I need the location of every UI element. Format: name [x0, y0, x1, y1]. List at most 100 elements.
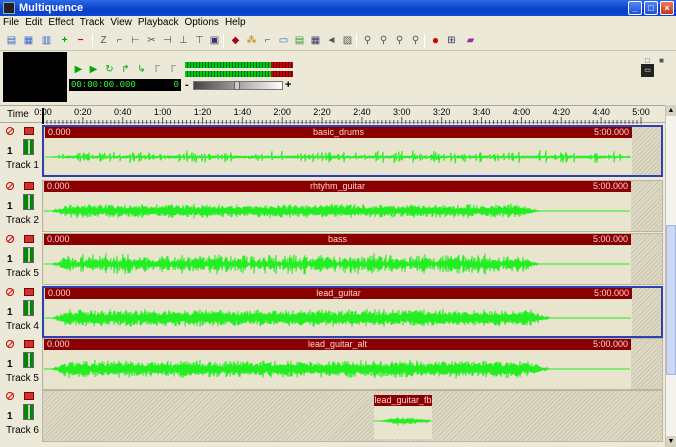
track-volume-meter[interactable]: [23, 247, 34, 263]
cut-icon[interactable]: ✂: [145, 34, 158, 47]
zoom-selection-icon[interactable]: ⚲: [409, 34, 422, 47]
master-volume-slider[interactable]: [193, 81, 283, 90]
track-header[interactable]: 1 Track 5: [0, 338, 40, 390]
menu-edit[interactable]: Edit: [22, 16, 45, 30]
clip-title-bar[interactable]: 0.000 basic_drums 5:00.000: [45, 127, 632, 138]
track-row[interactable]: 1 Track 4 0.000 lead_guitar 5:00.000: [0, 286, 665, 338]
rewind-icon[interactable]: Γ: [151, 63, 164, 76]
menu-effect[interactable]: Effect: [45, 16, 76, 30]
title-bar[interactable]: Multiquence _ □ ×: [0, 0, 676, 16]
effects-icon[interactable]: [24, 288, 34, 296]
menu-view[interactable]: View: [107, 16, 135, 30]
track-lane[interactable]: 0.000 rhtyhm_guitar 5:00.000: [42, 180, 663, 232]
add-icon[interactable]: +: [58, 34, 71, 47]
track-volume-meter[interactable]: [23, 352, 34, 368]
track-header[interactable]: 1 Track 2: [0, 180, 40, 232]
loop-icon[interactable]: ⌐: [261, 34, 274, 47]
help-book-icon[interactable]: ▰: [464, 34, 477, 47]
track-lane[interactable]: lead_guitar_fb: [42, 390, 663, 442]
mute-icon[interactable]: [6, 288, 14, 296]
add-track-icon[interactable]: ▦: [22, 34, 35, 47]
play-loop-icon[interactable]: ↻: [103, 63, 116, 76]
audio-clip[interactable]: 0.000 lead_guitar 5:00.000: [45, 288, 632, 336]
track-volume-meter[interactable]: [23, 139, 34, 155]
punch-in-icon[interactable]: ↱: [119, 63, 132, 76]
maximize-button[interactable]: □: [644, 1, 658, 15]
volume-thumb[interactable]: [234, 81, 240, 90]
audio-clip[interactable]: lead_guitar_fb: [374, 395, 432, 439]
grid-icon[interactable]: ⁂: [245, 34, 258, 47]
clip-title-bar[interactable]: 0.000 lead_guitar 5:00.000: [45, 288, 632, 299]
effect-icon[interactable]: ▨: [341, 34, 354, 47]
time-ruler[interactable]: Time 0:00 0:20 0:40 1:00 1:20 1:40 2:00 2:20 2:4…: [0, 105, 665, 124]
clip-title-bar[interactable]: 0.000 bass 5:00.000: [44, 234, 631, 245]
forward-icon[interactable]: Γ: [167, 63, 180, 76]
effects-icon[interactable]: [24, 340, 34, 348]
clip-title-bar[interactable]: lead_guitar_fb: [374, 395, 432, 406]
trim-icon[interactable]: ⌐: [113, 34, 126, 47]
effects-icon[interactable]: [24, 235, 34, 243]
timeline-icon[interactable]: ⊞: [445, 34, 458, 47]
clip-title-bar[interactable]: 0.000 rhtyhm_guitar 5:00.000: [44, 181, 631, 192]
view-large-icon[interactable]: ■: [655, 54, 668, 67]
track-lane[interactable]: 0.000 lead_guitar 5:00.000: [42, 286, 663, 338]
track-header[interactable]: 1 Track 6: [0, 390, 40, 442]
track-volume-meter[interactable]: [23, 300, 34, 316]
track-row[interactable]: 1 Track 6 lead_guitar_fb: [0, 390, 665, 442]
scroll-up-icon[interactable]: ▲: [666, 105, 676, 116]
record-icon[interactable]: ●: [429, 34, 442, 47]
audio-clip[interactable]: 0.000 lead_guitar_alt 5:00.000: [44, 339, 631, 389]
normalize-icon[interactable]: ▣: [208, 34, 221, 47]
play-icon[interactable]: ▶: [72, 63, 85, 76]
track-row[interactable]: 1 Track 5 0.000 lead_guitar_alt 5:00.000: [0, 338, 665, 390]
track-volume-meter[interactable]: [23, 404, 34, 420]
vertical-scrollbar[interactable]: ▲ ▼: [665, 105, 676, 447]
menu-file[interactable]: File: [0, 16, 22, 30]
mute-icon[interactable]: [6, 235, 14, 243]
mute-icon[interactable]: [6, 182, 14, 190]
track-row[interactable]: 1 Track 1 0.000 basic_drums 5:00.000: [0, 125, 665, 177]
track-row[interactable]: 1 Track 5 0.000 bass 5:00.000: [0, 233, 665, 285]
menu-track[interactable]: Track: [77, 16, 108, 30]
track-lane[interactable]: 0.000 basic_drums 5:00.000: [42, 125, 663, 177]
track-lane[interactable]: 0.000 lead_guitar_alt 5:00.000: [42, 338, 663, 390]
audio-clip[interactable]: 0.000 rhtyhm_guitar 5:00.000: [44, 181, 631, 231]
audio-clip[interactable]: 0.000 bass 5:00.000: [44, 234, 631, 284]
mute-icon[interactable]: [6, 340, 14, 348]
remove-icon[interactable]: −: [74, 34, 87, 47]
volume-minus[interactable]: -: [185, 79, 189, 91]
play-selection-icon[interactable]: ▶: [87, 63, 100, 76]
marker-icon[interactable]: ◆: [229, 34, 242, 47]
clip-title-bar[interactable]: 0.000 lead_guitar_alt 5:00.000: [44, 339, 631, 350]
video-icon[interactable]: ▭: [641, 64, 654, 77]
effects-icon[interactable]: [24, 392, 34, 400]
menu-help[interactable]: Help: [222, 16, 249, 30]
track-lane[interactable]: 0.000 bass 5:00.000: [42, 233, 663, 285]
effects-icon[interactable]: [24, 127, 34, 135]
crop-icon[interactable]: ⊢: [129, 34, 142, 47]
track-header[interactable]: 1 Track 1: [0, 125, 40, 177]
scroll-thumb[interactable]: [666, 225, 676, 375]
track-row[interactable]: 1 Track 2 0.000 rhtyhm_guitar 5:00.000: [0, 180, 665, 232]
effects-icon[interactable]: [24, 182, 34, 190]
speaker-icon[interactable]: ◄: [325, 34, 338, 47]
punch-out-icon[interactable]: ↳: [135, 63, 148, 76]
track-header[interactable]: 1 Track 4: [0, 286, 40, 338]
track-volume-meter[interactable]: [23, 194, 34, 210]
menu-playback[interactable]: Playback: [135, 16, 182, 30]
new-project-icon[interactable]: ▤: [5, 34, 18, 47]
track-header[interactable]: 1 Track 5: [0, 233, 40, 285]
close-button[interactable]: ×: [660, 1, 674, 15]
import-icon[interactable]: ▥: [40, 34, 53, 47]
split-icon[interactable]: Z: [97, 34, 110, 47]
fade-out-icon[interactable]: ⊥: [177, 34, 190, 47]
zoom-in-icon[interactable]: ⚲: [361, 34, 374, 47]
menu-options[interactable]: Options: [181, 16, 221, 30]
volume-plus[interactable]: +: [285, 79, 291, 91]
mute-icon[interactable]: [6, 392, 14, 400]
levels-icon[interactable]: ▦: [309, 34, 322, 47]
silence-icon[interactable]: ⊤: [193, 34, 206, 47]
zoom-out-icon[interactable]: ⚲: [377, 34, 390, 47]
mute-icon[interactable]: [6, 127, 14, 135]
audio-clip[interactable]: 0.000 basic_drums 5:00.000: [45, 127, 632, 175]
